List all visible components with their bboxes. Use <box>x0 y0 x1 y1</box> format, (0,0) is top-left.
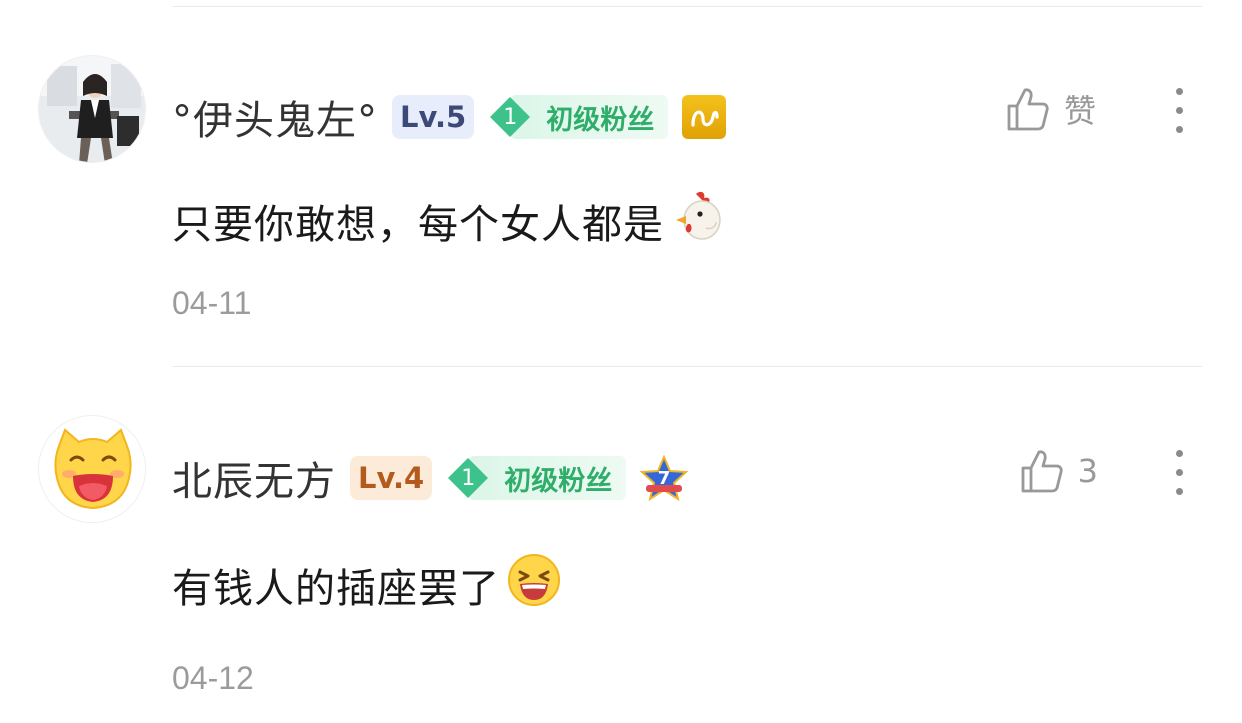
thumbs-up-icon <box>1007 88 1049 131</box>
fan-level-number: 1 <box>461 465 476 491</box>
dot-icon <box>1176 469 1183 476</box>
star-7-badge-icon: 7 <box>640 454 689 502</box>
fan-badge[interactable]: 1 初级粉丝 <box>446 456 627 500</box>
comment-text: 只要你敢想，每个女人都是 <box>172 190 724 252</box>
like-button[interactable]: 赞 <box>1006 86 1096 132</box>
dot-icon <box>1176 107 1183 114</box>
comment-text-body: 有钱人的插座罢了 <box>172 566 500 612</box>
level-badge: Lv.4 <box>350 456 433 500</box>
level-badge: Lv.5 <box>392 95 475 139</box>
fan-level-number: 1 <box>503 104 518 130</box>
dot-icon <box>1176 126 1183 133</box>
like-label: 赞 <box>1063 92 1096 130</box>
svg-text:7: 7 <box>658 468 671 489</box>
more-options-button[interactable] <box>1176 88 1184 133</box>
fan-label: 初级粉丝 <box>468 456 627 500</box>
more-options-button[interactable] <box>1176 450 1184 495</box>
top-divider <box>172 6 1202 7</box>
dot-icon <box>1176 450 1183 457</box>
comment-date: 04-12 <box>172 660 254 696</box>
like-count: 3 <box>1077 452 1098 490</box>
like-button[interactable]: 3 <box>1020 448 1098 494</box>
dot-icon <box>1176 88 1183 95</box>
username[interactable]: °伊头鬼左° <box>172 88 378 146</box>
comment-text-body: 只要你敢想，每个女人都是 <box>172 202 664 248</box>
chicken-icon <box>670 190 724 252</box>
laughing-face-icon <box>506 552 562 618</box>
avatar[interactable] <box>38 415 146 523</box>
thumbs-up-icon <box>1021 450 1063 493</box>
dot-icon <box>1176 488 1183 495</box>
username[interactable]: 北辰无方 <box>172 449 336 507</box>
comment-header: °伊头鬼左° Lv.5 1 初级粉丝 <box>172 92 727 144</box>
comment-header: 北辰无方 Lv.4 1 初级粉丝 7 <box>172 453 689 505</box>
comment-date: 04-11 <box>172 285 252 321</box>
fan-label: 初级粉丝 <box>510 95 669 139</box>
comment-text: 有钱人的插座罢了 <box>172 552 562 618</box>
comment-divider <box>172 366 1202 367</box>
avatar[interactable] <box>38 55 146 163</box>
fan-badge[interactable]: 1 初级粉丝 <box>488 95 669 139</box>
gold-badge-icon <box>682 95 727 139</box>
